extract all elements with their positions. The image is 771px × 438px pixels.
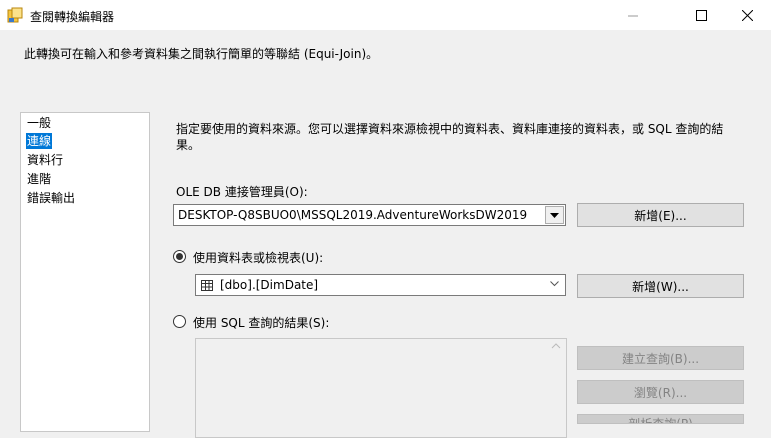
dropdown-arrow-icon (550, 212, 559, 218)
table-dropdown[interactable]: [dbo].[DimDate] (195, 274, 566, 296)
nav-item-connection[interactable]: 連線 (26, 133, 53, 149)
connection-manager-label: OLE DB 連接管理員(O): (176, 185, 308, 199)
browse-button[interactable]: 瀏覽(R)... (577, 380, 744, 404)
new-table-button[interactable]: 新增(W)... (577, 274, 744, 298)
build-query-button[interactable]: 建立查詢(B)... (577, 346, 744, 370)
connection-instruction: 指定要使用的資料來源。您可以選擇資料來源檢視中的資料表、資料庫連接的資料表，或 … (176, 122, 724, 152)
use-table-label: 使用資料表或檢視表(U): (193, 251, 324, 265)
close-button[interactable] (724, 0, 770, 30)
nav-item-columns[interactable]: 資料行 (26, 152, 64, 168)
connection-dropdown-button[interactable] (545, 206, 564, 224)
nav-item-general[interactable]: 一般 (26, 115, 52, 131)
new-connection-button[interactable]: 新增(E)... (577, 203, 744, 227)
scroll-up-icon[interactable] (551, 343, 561, 349)
nav-item-advanced[interactable]: 進階 (26, 171, 52, 187)
sql-query-textbox[interactable] (195, 338, 567, 438)
use-sql-radio[interactable] (173, 315, 186, 328)
chevron-down-icon (550, 281, 559, 287)
nav-item-error-output[interactable]: 錯誤輸出 (26, 190, 76, 206)
minimize-icon (627, 15, 638, 16)
title-bar: 查閱轉換編輯器 (0, 0, 771, 30)
use-table-radio[interactable] (173, 250, 186, 263)
table-value: [dbo].[DimDate] (220, 278, 319, 292)
radio-selected-dot (176, 253, 183, 260)
maximize-icon (695, 9, 707, 21)
connection-manager-dropdown[interactable]: DESKTOP-Q8SBUO0\MSSQL2019.AdventureWorks… (173, 204, 566, 226)
use-sql-label: 使用 SQL 查詢的結果(S): (193, 316, 330, 330)
maximize-button[interactable] (678, 0, 724, 30)
editor-description: 此轉換可在輸入和參考資料集之間執行簡單的等聯結 (Equi-Join)。 (24, 47, 379, 61)
page-navigation: 一般 連線 資料行 進階 錯誤輸出 (20, 112, 150, 432)
table-icon (201, 280, 213, 291)
minimize-button[interactable] (610, 0, 656, 30)
close-icon (741, 9, 753, 21)
connection-manager-value: DESKTOP-Q8SBUO0\MSSQL2019.AdventureWorks… (178, 208, 528, 222)
window-title: 查閱轉換編輯器 (30, 10, 115, 24)
lookup-transform-icon (7, 7, 23, 23)
parse-query-button[interactable]: 剖析查詢(P) (577, 414, 744, 424)
